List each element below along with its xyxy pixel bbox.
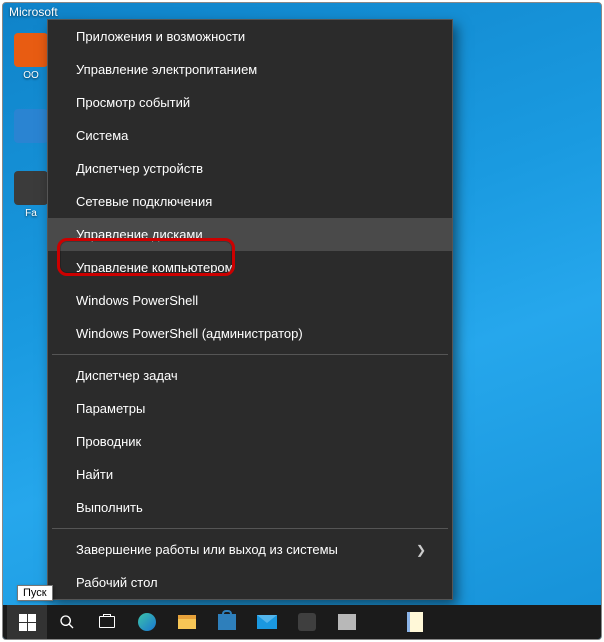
app-icon [338, 614, 356, 630]
mail-icon [257, 615, 277, 629]
menu-item[interactable]: Управление дисками [48, 218, 452, 251]
menu-item-label: Управление электропитанием [76, 62, 257, 77]
menu-item[interactable]: Windows PowerShell (администратор) [48, 317, 452, 350]
menu-item-label: Завершение работы или выход из системы [76, 542, 338, 557]
taskbar-app[interactable] [395, 605, 435, 639]
menu-item[interactable]: Система [48, 119, 452, 152]
menu-item[interactable]: Приложения и возможности [48, 20, 452, 53]
menu-item-label: Управление дисками [76, 227, 203, 242]
menu-item[interactable]: Управление компьютером [48, 251, 452, 284]
menu-item-label: Система [76, 128, 128, 143]
menu-item-label: Выполнить [76, 500, 143, 515]
menu-item[interactable]: Рабочий стол [48, 566, 452, 599]
taskbar-app[interactable] [287, 605, 327, 639]
menu-item[interactable]: Проводник [48, 425, 452, 458]
taskbar-app[interactable] [127, 605, 167, 639]
menu-item[interactable]: Windows PowerShell [48, 284, 452, 317]
menu-item[interactable]: Диспетчер устройств [48, 152, 452, 185]
menu-item[interactable]: Выполнить [48, 491, 452, 524]
taskbar-app[interactable] [327, 605, 367, 639]
menu-item-label: Приложения и возможности [76, 29, 245, 44]
app-icon [14, 109, 48, 143]
screenshot-frame: Microsoft OO Fa Приложения и возможности… [2, 2, 602, 640]
menu-item-label: Управление компьютером [76, 260, 234, 275]
desktop-icon-label: OO [23, 70, 39, 81]
app-icon [14, 171, 48, 205]
menu-item-label: Найти [76, 467, 113, 482]
menu-item-label: Просмотр событий [76, 95, 190, 110]
taskbar-search-button[interactable] [47, 605, 87, 639]
menu-item-label: Рабочий стол [76, 575, 158, 590]
menu-item-label: Диспетчер задач [76, 368, 178, 383]
start-tooltip: Пуск [17, 585, 53, 601]
explorer-icon [178, 615, 196, 629]
menu-item[interactable]: Управление электропитанием [48, 53, 452, 86]
taskbar-app[interactable] [247, 605, 287, 639]
menu-separator [52, 528, 448, 529]
menu-item-label: Windows PowerShell (администратор) [76, 326, 303, 341]
windows-logo-icon [19, 614, 36, 631]
search-icon [59, 614, 75, 630]
menu-item[interactable]: Найти [48, 458, 452, 491]
menu-item[interactable]: Диспетчер задач [48, 359, 452, 392]
notepad-icon [407, 612, 423, 632]
desktop-top-label: Microsoft [9, 5, 58, 19]
desktop-icon-label: Fa [25, 208, 37, 219]
menu-item[interactable]: Просмотр событий [48, 86, 452, 119]
menu-item-label: Параметры [76, 401, 145, 416]
menu-separator [52, 354, 448, 355]
taskbar [3, 605, 601, 639]
chevron-right-icon: ❯ [416, 543, 432, 557]
app-icon [14, 33, 48, 67]
menu-item-label: Сетевые подключения [76, 194, 212, 209]
store-icon [218, 614, 236, 630]
menu-item-label: Диспетчер устройств [76, 161, 203, 176]
taskbar-app[interactable] [207, 605, 247, 639]
edge-icon [138, 613, 156, 631]
task-view-button[interactable] [87, 605, 127, 639]
taskbar-app[interactable] [167, 605, 207, 639]
menu-item[interactable]: Сетевые подключения [48, 185, 452, 218]
task-view-icon [99, 616, 115, 628]
menu-item[interactable]: Параметры [48, 392, 452, 425]
start-button[interactable] [7, 605, 47, 639]
winx-context-menu: Приложения и возможности Управление элект… [47, 19, 453, 600]
app-icon [298, 613, 316, 631]
menu-item-label: Проводник [76, 434, 141, 449]
menu-item-label: Windows PowerShell [76, 293, 198, 308]
menu-item[interactable]: Завершение работы или выход из системы ❯ [48, 533, 452, 566]
